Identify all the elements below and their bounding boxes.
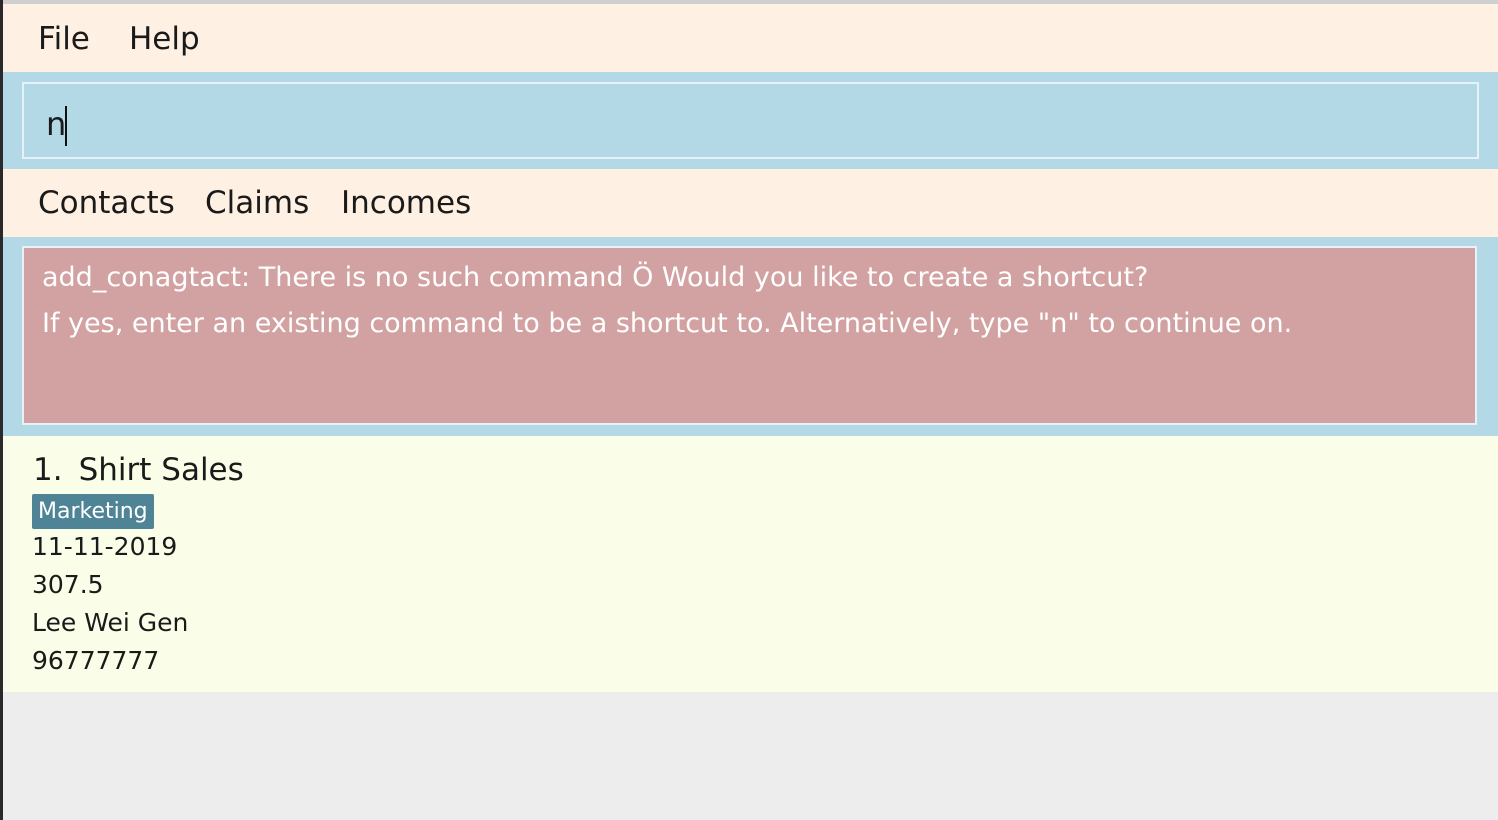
income-title: 1. Shirt Sales: [33, 452, 244, 488]
tab-claims[interactable]: Claims: [205, 185, 309, 221]
tab-contacts[interactable]: Contacts: [38, 185, 175, 221]
command-input[interactable]: n: [22, 82, 1479, 159]
result-display: add_conagtact: There is no such command …: [22, 246, 1477, 425]
tab-bar: Contacts Claims Incomes: [3, 169, 1498, 237]
result-display-band: add_conagtact: There is no such command …: [3, 237, 1498, 436]
income-name: Lee Wei Gen: [32, 608, 189, 637]
command-box-band: n: [3, 72, 1498, 169]
income-phone: 96777777: [32, 646, 160, 675]
result-line-2: If yes, enter an existing command to be …: [42, 308, 1293, 339]
menu-help[interactable]: Help: [129, 21, 200, 57]
income-description: Shirt Sales: [78, 452, 244, 488]
app-window: File Help n Contacts Claims Incomes add_…: [0, 0, 1498, 820]
income-index: 1.: [33, 452, 63, 488]
text-caret: [65, 106, 67, 146]
menu-bar: File Help: [3, 4, 1498, 72]
empty-list-area: [3, 692, 1498, 820]
income-amount: 307.5: [32, 570, 104, 599]
menu-file[interactable]: File: [38, 21, 90, 57]
tab-incomes[interactable]: Incomes: [341, 185, 471, 221]
window-left-edge: [0, 0, 3, 820]
income-list: 1. Shirt Sales Marketing 11-11-2019 307.5…: [3, 436, 1498, 692]
command-input-text: n: [46, 105, 67, 143]
tag-badge: Marketing: [32, 494, 154, 529]
result-line-1: add_conagtact: There is no such command …: [42, 262, 1149, 293]
income-date: 11-11-2019: [32, 532, 178, 561]
